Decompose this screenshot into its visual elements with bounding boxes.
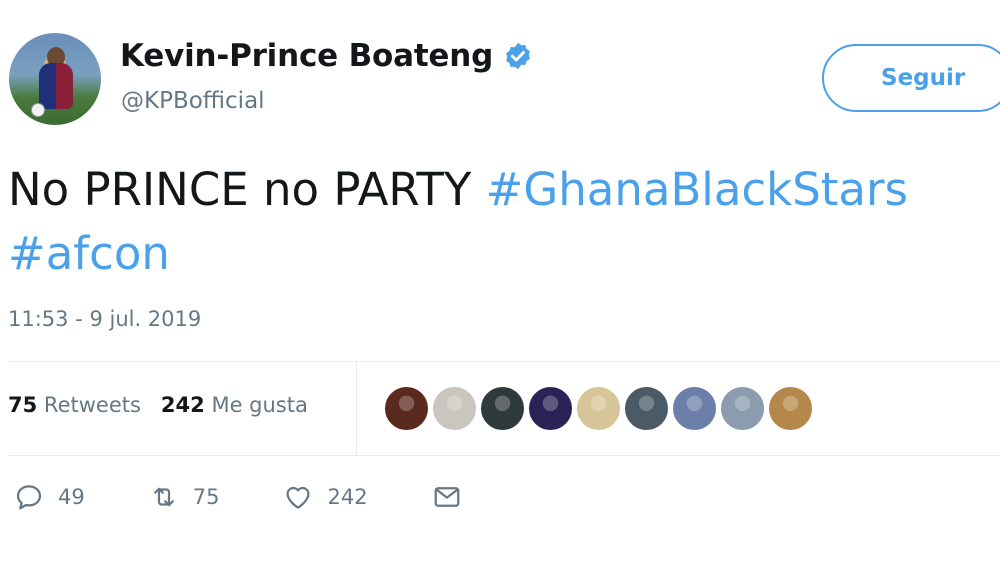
liker-avatar-7[interactable] (671, 385, 718, 432)
retweet-count: 75 (192, 485, 220, 509)
likes-label: Me gusta (211, 393, 308, 417)
reply-icon (16, 485, 42, 510)
liker-avatar-9[interactable] (767, 385, 814, 432)
likes-count: 242 (160, 393, 205, 417)
divider-top (8, 361, 1000, 362)
avatar-body (39, 63, 73, 109)
liker-avatar-2[interactable] (431, 385, 478, 432)
like-count: 242 (327, 485, 368, 509)
tweet-actions: 49 75 242 (14, 482, 526, 512)
tweet-timestamp[interactable]: 11:53 - 9 jul. 2019 (8, 307, 201, 331)
liker-avatar-3[interactable] (479, 385, 526, 432)
tweet-plain-text: No PRINCE no PARTY (8, 163, 486, 216)
reply-button[interactable]: 49 (14, 482, 85, 512)
liker-avatar-5[interactable] (575, 385, 622, 432)
envelope-icon (434, 487, 459, 507)
follow-button[interactable]: Seguir (822, 44, 1000, 112)
heart-icon (286, 486, 310, 509)
liker-avatar-1[interactable] (383, 385, 430, 432)
avatar-ball (31, 103, 45, 117)
retweets-stat[interactable]: 75 Retweets (8, 393, 141, 417)
liker-avatar-8[interactable] (719, 385, 766, 432)
hashtag-link-afcon[interactable]: #afcon (8, 227, 170, 280)
liker-avatar-4[interactable] (527, 385, 574, 432)
user-handle[interactable]: @KPBofficial (121, 88, 265, 114)
verified-badge-icon (506, 42, 530, 70)
retweets-count: 75 (8, 393, 38, 417)
liker-avatars (383, 385, 814, 432)
tweet-stats: 75 Retweets 242 Me gusta (8, 393, 308, 417)
likes-stat[interactable]: 242 Me gusta (161, 393, 308, 417)
stats-vertical-divider (356, 362, 357, 455)
hashtag-link-ghanablackstars[interactable]: #GhanaBlackStars (486, 163, 908, 216)
liker-avatar-6[interactable] (623, 385, 670, 432)
tweet-text: No PRINCE no PARTY #GhanaBlackStars #afc… (8, 158, 988, 286)
user-name-text: Kevin-Prince Boateng (120, 38, 494, 74)
reply-count: 49 (58, 485, 85, 509)
divider-bottom (8, 455, 1000, 456)
like-button[interactable]: 242 (283, 482, 368, 512)
direct-message-button[interactable] (432, 482, 462, 512)
retweets-label: Retweets (43, 393, 141, 417)
retweet-button[interactable]: 75 (149, 482, 220, 512)
retweet-icon (153, 487, 174, 507)
user-display-name[interactable]: Kevin-Prince Boateng (120, 38, 533, 74)
avatar[interactable] (9, 33, 101, 125)
